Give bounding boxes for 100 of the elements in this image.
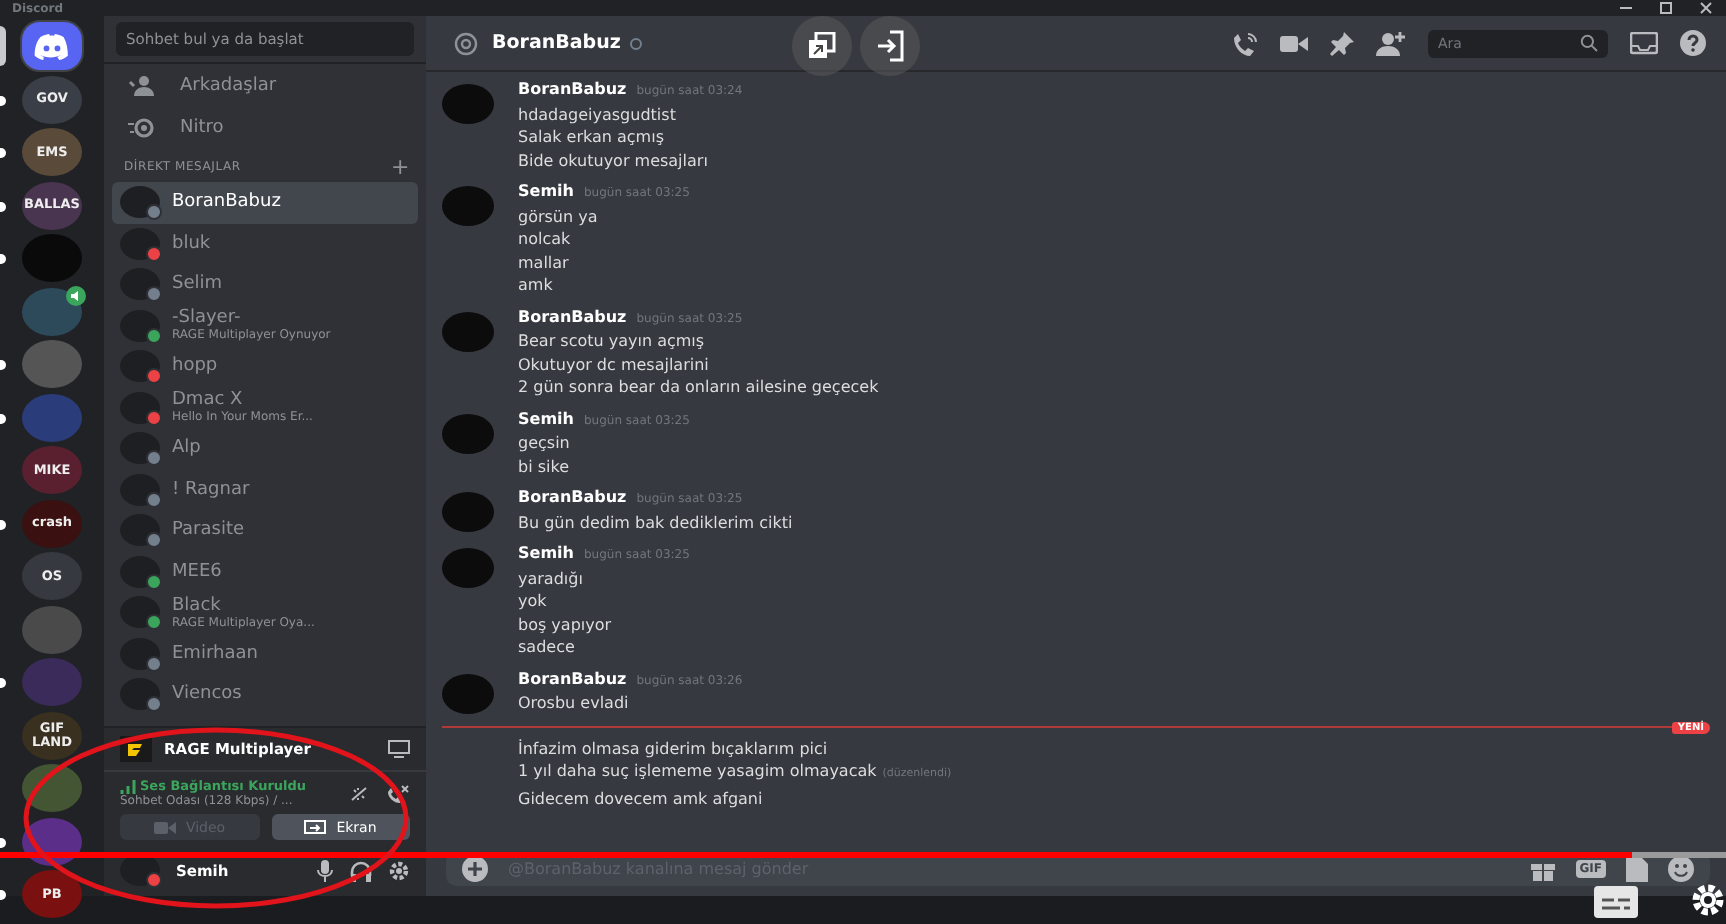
dm-name: BoranBabuz bbox=[172, 192, 281, 213]
search-icon bbox=[1580, 34, 1598, 52]
dm-item[interactable]: Emirhaan bbox=[112, 633, 418, 674]
message-text: yok bbox=[518, 592, 547, 610]
message-text: yaradığı bbox=[518, 569, 583, 587]
dm-name: hopp bbox=[172, 356, 218, 377]
dm-name: Dmac X bbox=[172, 390, 245, 411]
server-icon[interactable] bbox=[22, 287, 82, 335]
windows-icon bbox=[808, 32, 836, 60]
dm-item[interactable]: MEE6 bbox=[112, 551, 418, 592]
friends-icon bbox=[128, 74, 156, 98]
dm-name: Black bbox=[172, 595, 223, 616]
avatar bbox=[120, 186, 160, 219]
message-text: Gidecem dovecem amk afgani bbox=[518, 789, 763, 807]
avatar bbox=[442, 492, 494, 532]
dm-name: Parasite bbox=[172, 520, 245, 541]
discord-logo-icon bbox=[34, 33, 70, 59]
inbox-icon[interactable] bbox=[1630, 31, 1658, 55]
dm-name: bluk bbox=[172, 233, 211, 254]
author-name[interactable]: Semih bbox=[518, 409, 574, 427]
avatar bbox=[442, 84, 494, 124]
message-text: geçsin bbox=[518, 434, 570, 452]
dm-item[interactable]: Selim bbox=[112, 264, 418, 305]
dm-name: MEE6 bbox=[172, 561, 222, 582]
avatar bbox=[442, 186, 494, 226]
message-text: Salak erkan açmış bbox=[518, 128, 664, 146]
message-text: hdadageiyasgudtist bbox=[518, 105, 676, 123]
dm-item[interactable]: ! Ragnar bbox=[112, 469, 418, 510]
message-text: İnfazim olmasa giderim bıçaklarım pici bbox=[518, 739, 828, 757]
message-text: bi sike bbox=[518, 457, 570, 475]
author-name[interactable]: BoranBabuz bbox=[518, 80, 627, 98]
avatar bbox=[120, 596, 160, 629]
avatar bbox=[120, 432, 160, 465]
message-text: Bear scotu yayın açmış bbox=[518, 332, 705, 350]
plus-icon[interactable] bbox=[462, 856, 488, 882]
close-icon[interactable] bbox=[1698, 2, 1714, 14]
dm-item[interactable]: BoranBabuz bbox=[112, 182, 418, 223]
exit-button[interactable] bbox=[860, 16, 920, 76]
home-button[interactable] bbox=[22, 22, 82, 70]
author-name[interactable]: BoranBabuz bbox=[518, 307, 627, 325]
message-text: Okutuyor dc mesajlarini bbox=[518, 355, 709, 373]
avatar bbox=[120, 473, 160, 506]
minimize-icon[interactable] bbox=[1618, 2, 1634, 14]
add-friend-icon[interactable] bbox=[1376, 31, 1406, 55]
avatar bbox=[442, 673, 494, 713]
dm-name: Emirhaan bbox=[172, 643, 258, 664]
message-text: görsün ya bbox=[518, 207, 598, 225]
author-name[interactable]: Semih bbox=[518, 544, 574, 562]
dm-item[interactable]: Parasite bbox=[112, 510, 418, 551]
emoji-icon[interactable] bbox=[1668, 856, 1694, 882]
message-text: amk bbox=[518, 276, 553, 294]
message-text: boş yapıyor bbox=[518, 615, 612, 633]
author-name[interactable]: Semih bbox=[518, 182, 574, 200]
noise-icon[interactable] bbox=[348, 783, 370, 803]
maximize-icon[interactable] bbox=[1658, 2, 1674, 14]
message-text: mallar bbox=[518, 253, 569, 271]
message-text: sadece bbox=[518, 638, 575, 656]
file-icon[interactable] bbox=[1626, 856, 1648, 882]
screen-share-icon bbox=[304, 819, 327, 835]
dm-name: Alp bbox=[172, 438, 201, 459]
signal-icon bbox=[120, 779, 136, 793]
exit-arrow-icon bbox=[876, 30, 904, 62]
video-camera-icon[interactable] bbox=[1280, 33, 1308, 53]
dm-name: Viencos bbox=[172, 684, 242, 705]
headphones-icon[interactable] bbox=[350, 859, 372, 881]
avatar bbox=[120, 350, 160, 383]
avatar bbox=[120, 227, 160, 260]
author-name[interactable]: BoranBabuz bbox=[518, 669, 627, 687]
message-text: Bu gün dedim bak dediklerim cikti bbox=[518, 513, 793, 531]
avatar bbox=[442, 413, 494, 453]
captions-icon[interactable] bbox=[1594, 886, 1638, 918]
message-text: nolcak bbox=[518, 230, 571, 248]
avatar bbox=[442, 548, 494, 588]
dm-item[interactable]: bluk bbox=[112, 223, 418, 264]
avatar bbox=[120, 637, 160, 670]
dm-item[interactable]: hopp bbox=[112, 346, 418, 387]
dm-item[interactable]: Alp bbox=[112, 428, 418, 469]
avatar bbox=[442, 311, 494, 351]
disconnect-icon[interactable] bbox=[386, 783, 410, 803]
phone-icon[interactable] bbox=[1232, 31, 1258, 55]
microphone-icon[interactable] bbox=[316, 859, 334, 881]
pin-icon[interactable] bbox=[1330, 31, 1354, 55]
monitor-icon[interactable] bbox=[388, 740, 410, 758]
message-text: Bide okutuyor mesajları bbox=[518, 151, 708, 169]
avatar bbox=[120, 678, 160, 711]
dm-name: ! Ragnar bbox=[172, 479, 250, 500]
help-icon[interactable] bbox=[1680, 30, 1706, 56]
dm-name: -Slayer- bbox=[172, 308, 243, 329]
nav-item[interactable]: Arkadaşlar bbox=[104, 66, 426, 106]
message-text: 1 yıl daha suç işlememe yasagim olmayacak bbox=[518, 762, 877, 780]
add-dm-button[interactable]: + bbox=[390, 156, 410, 178]
miniplayer-button[interactable] bbox=[792, 16, 852, 76]
dm-item[interactable]: Viencos bbox=[112, 674, 418, 715]
settings-icon[interactable] bbox=[388, 859, 410, 881]
nav-item[interactable]: Nitro bbox=[104, 108, 426, 148]
author-name[interactable]: BoranBabuz bbox=[518, 488, 627, 506]
avatar bbox=[120, 514, 160, 547]
message-text: 2 gün sonra bear da onların ailesine geçecek bbox=[518, 378, 879, 396]
avatar bbox=[120, 391, 160, 424]
video-camera-icon bbox=[153, 819, 176, 835]
